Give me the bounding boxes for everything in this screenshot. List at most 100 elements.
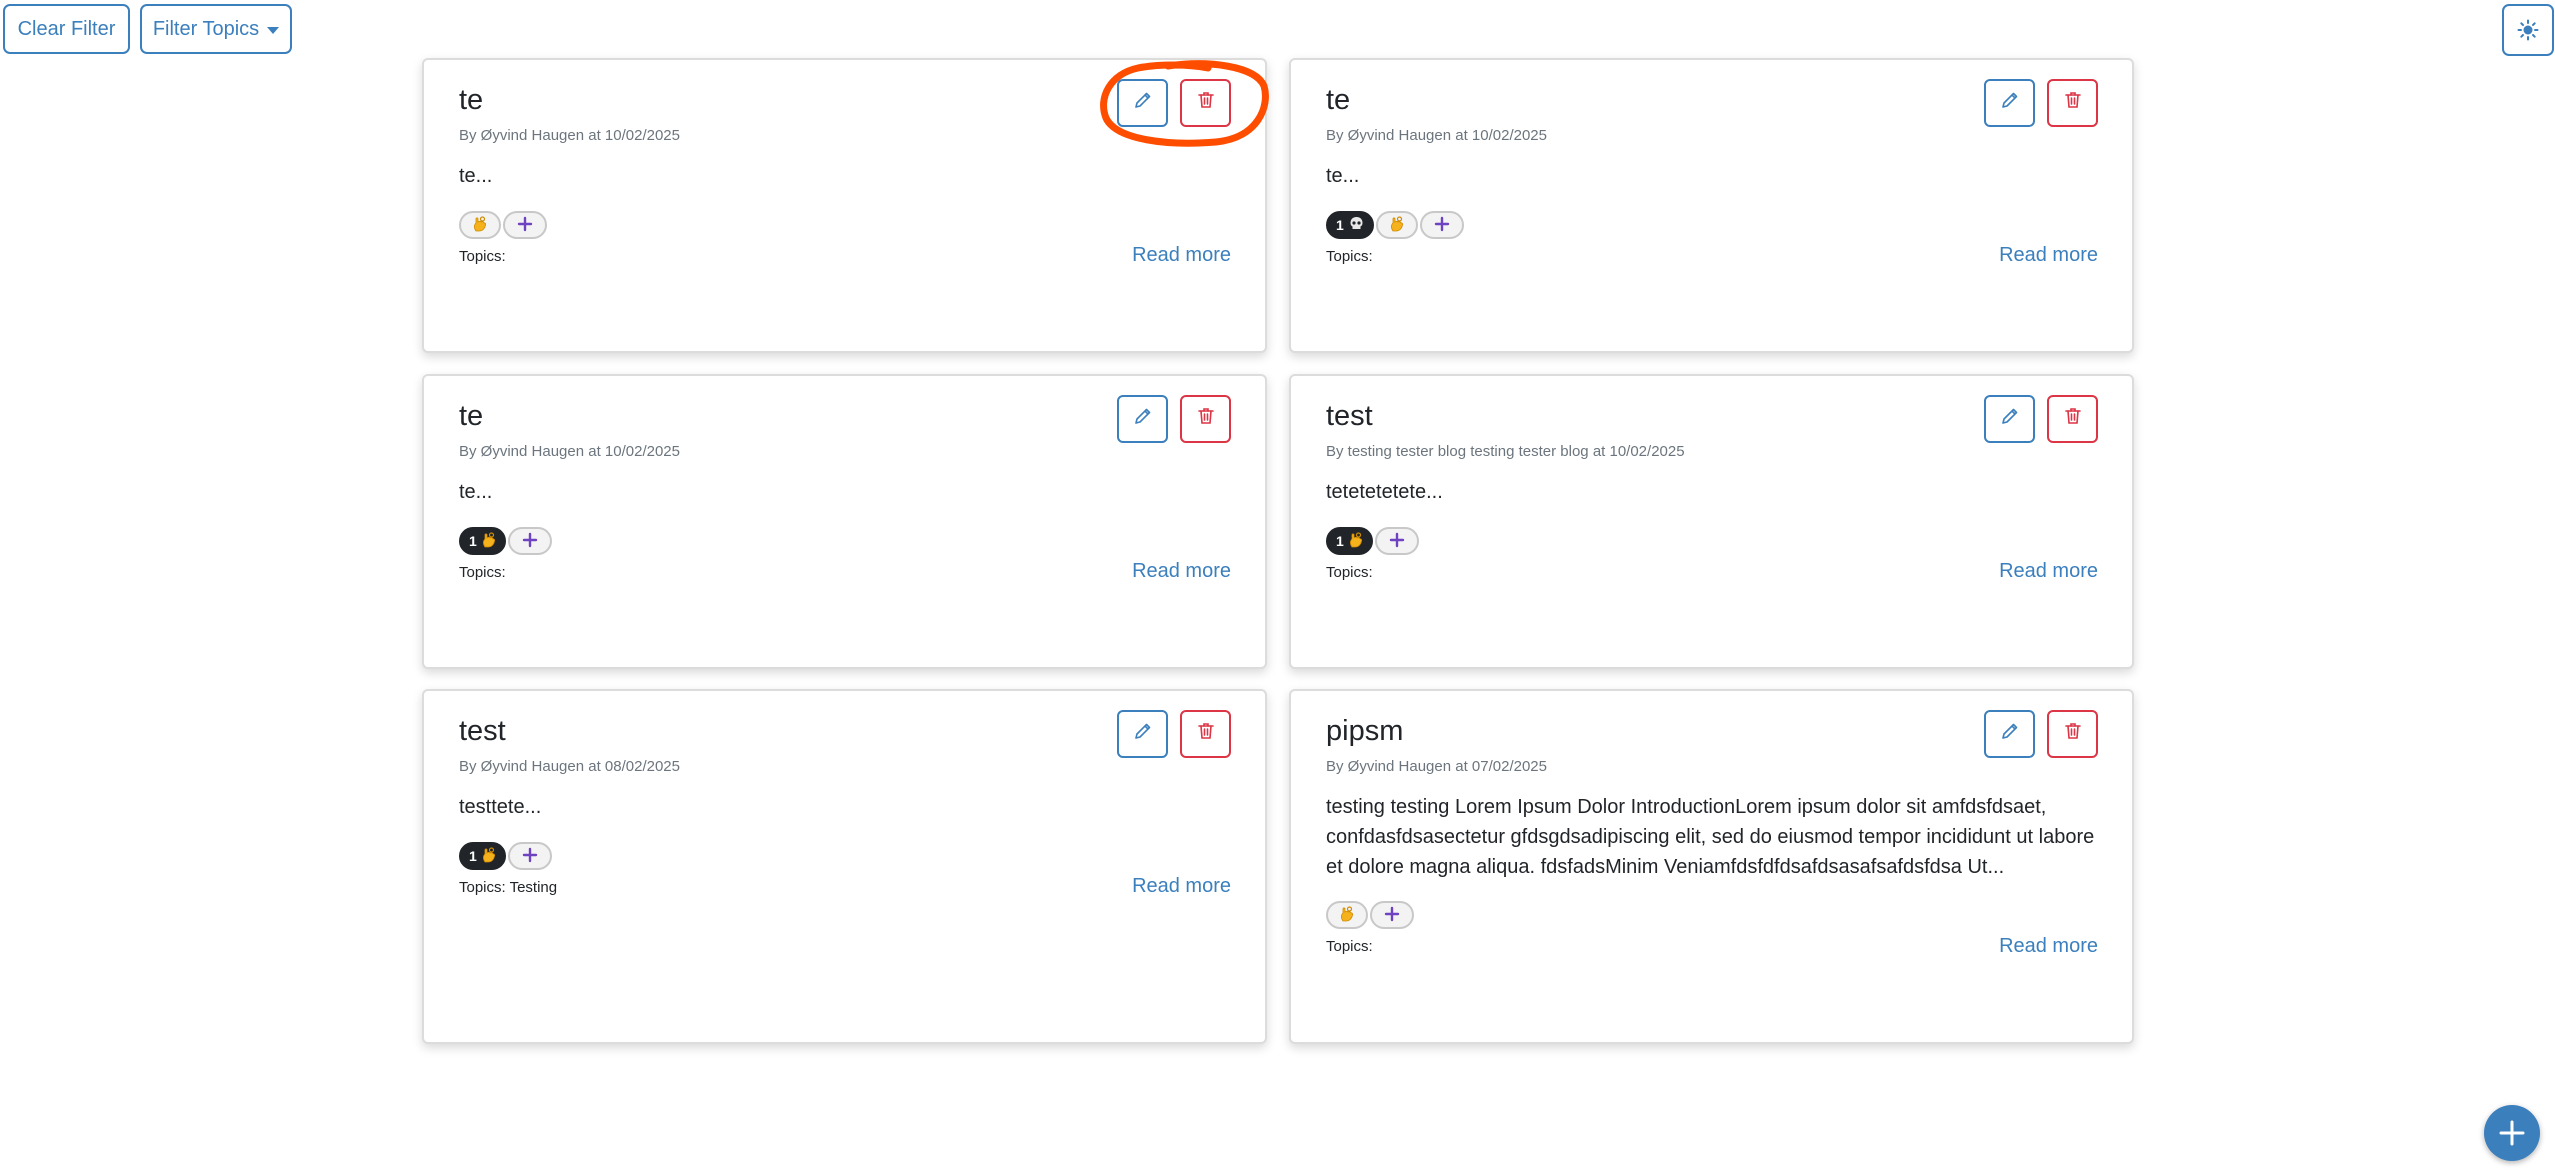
read-more-link[interactable]: Read more [1132, 560, 1231, 583]
post-excerpt: te... [1326, 165, 1360, 187]
delete-post-button[interactable] [2047, 79, 2098, 127]
reaction-pill[interactable]: 1 [1326, 527, 1373, 555]
delete-post-button[interactable] [1180, 710, 1231, 758]
trash-icon [2063, 721, 2083, 747]
ok-hand-icon [1390, 215, 1404, 235]
caret-down-icon [267, 26, 280, 34]
post-excerpt: te... [459, 165, 493, 187]
edit-post-button[interactable] [1984, 79, 2035, 127]
pencil-icon [1133, 406, 1153, 432]
post-actions [1117, 710, 1231, 758]
ok-hand-icon [1349, 531, 1363, 551]
post-excerpt: testing testing Lorem Ipsum Dolor Introd… [1326, 796, 2095, 878]
filter-topics-dropdown[interactable]: Filter Topics [140, 4, 292, 54]
add-reaction-button[interactable] [1419, 211, 1464, 239]
read-more-link[interactable]: Read more [1132, 875, 1231, 898]
trash-icon [2063, 406, 2083, 432]
delete-post-button[interactable] [1180, 79, 1231, 127]
plus-icon [2499, 1120, 2525, 1146]
post-card: test By Øyvind Haugen at 08/02/2025 testte… [422, 689, 1267, 1044]
reaction-pill[interactable]: 1 [459, 842, 506, 870]
reaction-bar: 1 [459, 842, 552, 870]
post-actions [1117, 79, 1231, 127]
post-card: te By Øyvind Haugen at 10/02/2025 te... Top… [422, 58, 1267, 353]
post-topics: Topics: Testing [459, 879, 558, 896]
post-topics: Topics: [1326, 938, 1373, 955]
trash-icon [1196, 90, 1216, 116]
read-more-link[interactable]: Read more [1132, 244, 1231, 267]
reaction-bar: 1 [459, 527, 552, 555]
post-title: pipsm [1326, 715, 1404, 747]
post-topics: Topics: [1326, 564, 1373, 581]
pencil-icon [2000, 406, 2020, 432]
delete-post-button[interactable] [2047, 710, 2098, 758]
edit-post-button[interactable] [1984, 395, 2035, 443]
ok-hand-icon [1340, 905, 1354, 925]
post-meta: By Øyvind Haugen at 07/02/2025 [1326, 758, 1547, 775]
add-post-button[interactable] [2484, 1105, 2540, 1161]
filter-topics-label: Filter Topics [152, 17, 260, 40]
add-reaction-button[interactable] [507, 527, 552, 555]
plus-icon [522, 847, 538, 866]
reaction-pill[interactable] [1326, 901, 1368, 929]
trash-icon [2063, 90, 2083, 116]
post-meta: By Øyvind Haugen at 10/02/2025 [459, 127, 680, 144]
add-reaction-button[interactable] [1374, 527, 1419, 555]
post-meta: By testing tester blog testing tester bl… [1326, 443, 1685, 460]
plus-icon [517, 216, 533, 235]
post-excerpt: te... [459, 481, 493, 503]
add-reaction-button[interactable] [507, 842, 552, 870]
delete-post-button[interactable] [1180, 395, 1231, 443]
plus-icon [1389, 532, 1405, 551]
pencil-icon [1133, 90, 1153, 116]
post-topics: Topics: [1326, 248, 1373, 265]
post-card: te By Øyvind Haugen at 10/02/2025 te... 1 To… [422, 374, 1267, 669]
sun-icon [2517, 19, 2539, 41]
reaction-pill[interactable]: 1 [459, 527, 506, 555]
theme-toggle-button[interactable] [2502, 4, 2554, 56]
pencil-icon [2000, 90, 2020, 116]
delete-post-button[interactable] [2047, 395, 2098, 443]
reaction-count: 1 [1336, 533, 1344, 549]
trash-icon [1196, 721, 1216, 747]
post-actions [1984, 710, 2098, 758]
post-meta: By Øyvind Haugen at 08/02/2025 [459, 758, 680, 775]
edit-post-button[interactable] [1117, 79, 1168, 127]
reaction-count: 1 [469, 848, 477, 864]
post-title: te [459, 84, 484, 116]
reaction-bar: 1 [1326, 211, 1464, 239]
post-meta: By Øyvind Haugen at 10/02/2025 [459, 443, 680, 460]
plus-icon [1384, 906, 1400, 925]
plus-icon [522, 532, 538, 551]
trash-icon [1196, 406, 1216, 432]
read-more-link[interactable]: Read more [1999, 560, 2098, 583]
add-reaction-button[interactable] [503, 211, 547, 239]
skull-icon [1349, 216, 1364, 234]
ok-hand-icon [482, 846, 496, 866]
reaction-bar: 1 [1326, 527, 1419, 555]
ok-hand-icon [473, 215, 487, 235]
edit-post-button[interactable] [1117, 710, 1168, 758]
post-card: te By Øyvind Haugen at 10/02/2025 te... 1 To… [1289, 58, 2134, 353]
read-more-link[interactable]: Read more [1999, 244, 2098, 267]
edit-post-button[interactable] [1984, 710, 2035, 758]
reaction-pill[interactable]: 1 [1326, 211, 1374, 239]
post-title: te [459, 400, 484, 432]
post-card: pipsm By Øyvind Haugen at 07/02/2025 testi… [1289, 689, 2134, 1044]
post-meta: By Øyvind Haugen at 10/02/2025 [1326, 127, 1547, 144]
reaction-count: 1 [1336, 217, 1344, 233]
reaction-pill[interactable] [459, 211, 501, 239]
clear-filter-button[interactable]: Clear Filter [3, 4, 130, 54]
reaction-bar [459, 211, 547, 239]
post-topics: Topics: [459, 564, 506, 581]
post-actions [1117, 395, 1231, 443]
read-more-link[interactable]: Read more [1999, 935, 2098, 958]
plus-icon [1434, 216, 1450, 235]
post-excerpt: testtete... [459, 796, 542, 818]
reaction-bar [1326, 901, 1414, 929]
add-reaction-button[interactable] [1370, 901, 1414, 929]
edit-post-button[interactable] [1117, 395, 1168, 443]
reaction-pill[interactable] [1375, 211, 1418, 239]
post-card: test By testing tester blog testing teste… [1289, 374, 2134, 669]
post-topics: Topics: [459, 248, 506, 265]
